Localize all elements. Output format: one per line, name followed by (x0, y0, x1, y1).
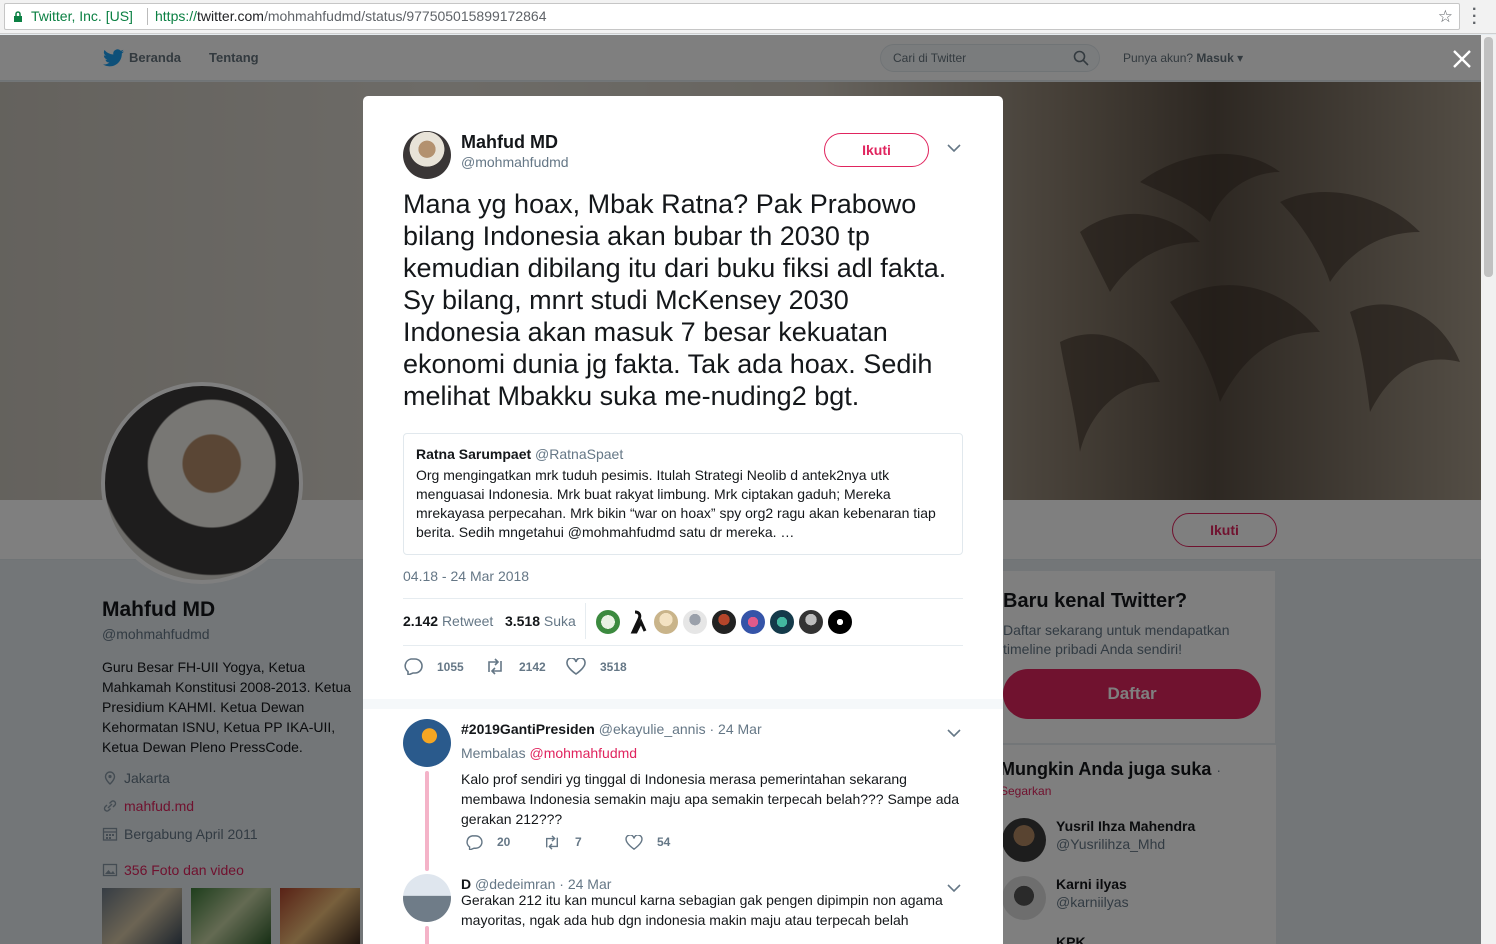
retweet-action[interactable]: 7 (543, 835, 582, 850)
thread-line (425, 771, 429, 871)
like-count[interactable]: 3.518 (505, 613, 540, 629)
bookmark-star-icon[interactable]: ☆ (1438, 4, 1453, 29)
reply-text: Gerakan 212 itu kan muncul karna sebagia… (461, 892, 943, 928)
retweet-action[interactable]: 2142 (485, 658, 546, 675)
liker-avatar[interactable] (827, 609, 853, 635)
chevron-down-icon[interactable] (947, 729, 961, 738)
tweet-author-avatar[interactable] (403, 131, 451, 179)
liker-avatar[interactable] (653, 609, 679, 635)
divider (403, 645, 963, 646)
reply-tweet[interactable]: D @dedeimran · 24 Mar Gerakan 212 itu ka… (403, 874, 963, 944)
divider (403, 598, 963, 599)
tweet-author-name[interactable]: Mahfud MD (461, 132, 558, 153)
url-path: /mohmahfudmd/status/977505015899172864 (263, 8, 547, 24)
reply-icon (404, 658, 423, 677)
reply-avatar[interactable] (403, 874, 451, 922)
liker-avatar[interactable] (595, 609, 621, 635)
retweet-icon (546, 835, 558, 850)
reply-avatar[interactable] (403, 719, 451, 767)
retweet-label[interactable]: Retweet (442, 613, 493, 629)
url-text[interactable]: https://twitter.com/mohmahfudmd/status/9… (155, 4, 547, 29)
reply-text: Kalo prof sendiri yg tinggal di Indonesi… (461, 771, 960, 827)
reply-header: #2019GantiPresiden @ekayulie_annis · 24 … (461, 721, 762, 737)
like-count: 54 (657, 835, 671, 849)
quoted-tweet[interactable]: Ratna Sarumpaet @RatnaSpaet Org menginga… (403, 433, 963, 555)
heart-icon (625, 834, 643, 850)
heart-icon (566, 657, 586, 675)
browser-menu-icon[interactable]: · · · (1472, 2, 1477, 32)
replying-label: Membalas (461, 745, 526, 761)
page-scrollbar[interactable] (1481, 35, 1496, 944)
reply-author-handle[interactable]: @ekayulie_annis (599, 721, 706, 737)
scrollbar-thumb[interactable] (1484, 37, 1493, 277)
browser-toolbar: Twitter, Inc. [US] https://twitter.com/m… (0, 0, 1496, 34)
reply-actions: 20 7 54 (465, 834, 705, 855)
liker-avatar[interactable] (682, 609, 708, 635)
lock-icon (14, 11, 22, 22)
reply-icon (466, 835, 483, 852)
url-host: twitter.com (197, 8, 264, 24)
url-scheme: https:// (155, 8, 198, 24)
url-separator (147, 8, 148, 25)
reply-action[interactable]: 20 (465, 835, 511, 852)
reply-tweet[interactable]: #2019GantiPresiden @ekayulie_annis · 24 … (403, 719, 963, 871)
liker-avatar[interactable] (769, 609, 795, 635)
reply-count: 1055 (437, 660, 464, 674)
reply-count: 20 (497, 835, 511, 849)
like-label[interactable]: Suka (544, 613, 576, 629)
security-label: Twitter, Inc. [US] (31, 8, 133, 24)
liker-avatar[interactable] (711, 609, 737, 635)
liker-avatar[interactable] (624, 609, 650, 635)
retweet-icon (488, 658, 502, 675)
replies-separator (363, 699, 1003, 709)
reply-time[interactable]: · 24 Mar (709, 721, 761, 737)
address-bar[interactable]: Twitter, Inc. [US] https://twitter.com/m… (4, 3, 1460, 30)
chevron-down-icon[interactable] (947, 144, 961, 153)
tweet-text: Mana yg hoax, Mbak Ratna? Pak Prabowo bi… (403, 189, 947, 411)
retweet-count: 7 (575, 835, 582, 849)
reply-action[interactable]: 1055 (403, 658, 464, 677)
quoted-text: Org mengingatkan mrk tuduh pesimis. Itul… (416, 467, 936, 540)
tweet-timestamp: 04.18 - 24 Mar 2018 (403, 568, 530, 584)
reply-author-name[interactable]: #2019GantiPresiden (461, 721, 595, 737)
tweet-author-handle[interactable]: @mohmahfudmd (461, 154, 569, 170)
liker-avatar[interactable] (740, 609, 766, 635)
quoted-author: Ratna Sarumpaet @RatnaSpaet (416, 446, 950, 462)
like-count-action: 3518 (600, 660, 627, 674)
retweet-count[interactable]: 2.142 (403, 613, 438, 629)
replying-to: Membalas @mohmahfudmd (461, 745, 637, 761)
like-action[interactable]: 3518 (566, 657, 627, 675)
quoted-author-name: Ratna Sarumpaet (416, 446, 532, 462)
replying-to-handle[interactable]: @mohmahfudmd (529, 745, 637, 761)
tweet-stats: 2.142 Retweet 3.518 Suka (403, 613, 576, 629)
follow-button[interactable]: Ikuti (824, 133, 929, 167)
retweet-count-action: 2142 (519, 660, 546, 674)
tweet-modal: Mahfud MD @mohmahfudmd Ikuti Mana yg hoa… (363, 96, 1003, 944)
stats-separator (585, 603, 586, 639)
liker-avatar[interactable] (798, 609, 824, 635)
like-action[interactable]: 54 (625, 834, 671, 850)
thread-line (425, 926, 429, 944)
close-icon[interactable] (1450, 47, 1474, 71)
quoted-author-handle: @RatnaSpaet (535, 446, 624, 462)
